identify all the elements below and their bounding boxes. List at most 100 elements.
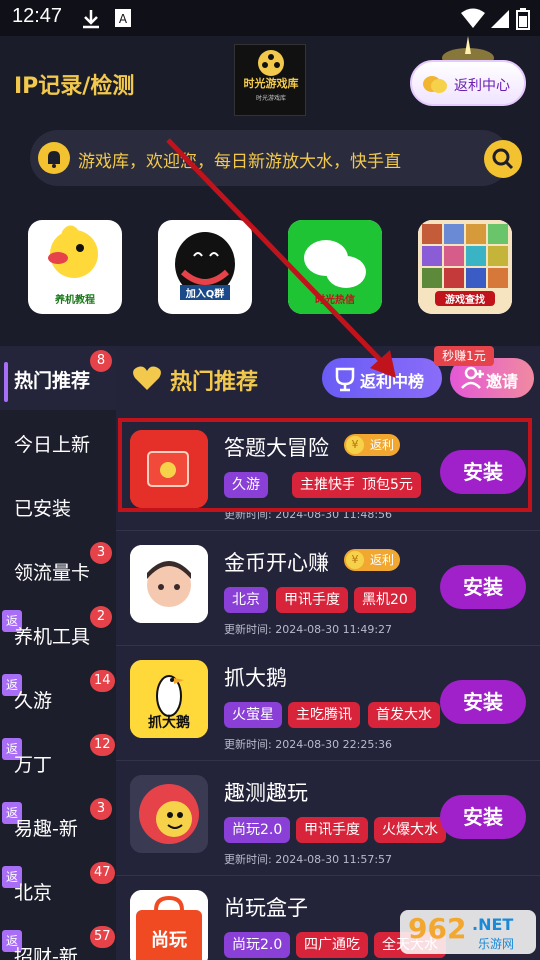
install-button[interactable]: 安装 (440, 565, 526, 609)
install-button[interactable]: 安装 (440, 795, 526, 839)
logo-text: 时光游戏库 (243, 77, 299, 90)
sidebar-item-zhaocai[interactable]: 返 招财-新 57 (0, 922, 116, 960)
shortcut-qq-group[interactable]: 加入Q群 (158, 220, 252, 314)
count-badge: 57 (90, 926, 115, 948)
yen-icon: ¥ (346, 551, 364, 569)
app-name: 尚玩盒子 (224, 896, 308, 920)
shortcut-wechat[interactable]: 时光热信 (288, 220, 382, 314)
sidebar-item-hot[interactable]: 热门推荐 8 (0, 346, 116, 410)
a-box-icon: A (115, 9, 131, 27)
app-name: 答题大冒险 (224, 436, 329, 460)
trophy-icon (335, 367, 355, 392)
svg-text:A: A (119, 12, 128, 26)
shortcut-label: 养机教程 (55, 295, 95, 306)
sidebar: 热门推荐 8 今日上新 已安装 领流量卡 3 返 养机工具 2 返 久游 14 … (0, 346, 116, 960)
shortcut-tutorial[interactable]: 养机教程 (28, 220, 122, 314)
rebate-label: 返利 (370, 438, 395, 452)
sidebar-item-yiqu[interactable]: 返 易趣-新 3 (0, 794, 116, 858)
search-icon (492, 148, 514, 170)
list-item[interactable]: 答题大冒险 ¥ 返利 久游 主推快手 顶包5元 更新时间: 2024-08-30 … (116, 416, 540, 531)
shortcut-game-search[interactable]: 游戏查找 (418, 220, 512, 314)
count-badge: 47 (90, 862, 115, 884)
yen-icon: ¥ (346, 436, 364, 454)
count-badge: 8 (90, 350, 112, 372)
count-badge: 3 (90, 542, 112, 564)
app-name: 趣测趣玩 (224, 781, 308, 805)
sidebar-item-label: 久游 (14, 690, 53, 712)
tag: 尚玩2.0 (224, 817, 291, 843)
watermark-text: 962 (408, 912, 466, 945)
update-time: 更新时间: 2024-08-30 11:57:57 (224, 853, 393, 866)
red-envelope-icon (130, 430, 208, 508)
sidebar-item-data-card[interactable]: 领流量卡 3 (0, 538, 116, 602)
download-icon (83, 10, 99, 29)
logo-subtext: 时光游戏库 (255, 95, 286, 102)
sidebar-item-jiuyou[interactable]: 返 久游 14 (0, 666, 116, 730)
app-name: 抓大鹅 (224, 666, 287, 690)
sidebar-item-label: 已安装 (14, 498, 72, 520)
list-item[interactable]: 趣测趣玩 尚玩2.0 甲讯手度 火爆大水 更新时间: 2024-08-30 11… (116, 761, 540, 876)
sidebar-item-label: 养机工具 (14, 626, 91, 648)
rebate-center-button[interactable]: 返利中心 (410, 60, 526, 106)
count-badge: 3 (90, 798, 112, 820)
rebate-center-label: 返利中心 (454, 78, 510, 94)
app-icon-text: 尚玩 (151, 930, 187, 951)
tag: 甲讯手度 (276, 587, 348, 613)
sidebar-item-tools[interactable]: 返 养机工具 2 (0, 602, 116, 666)
page-title[interactable]: IP记录/检测 (14, 68, 134, 100)
sidebar-item-beijing[interactable]: 返 北京 47 (0, 858, 116, 922)
app-logo: 时光游戏库 时光游戏库 (234, 44, 306, 116)
sidebar-item-label: 万丁 (14, 754, 53, 776)
tag: 北京 (224, 587, 268, 613)
list-item[interactable]: 金币开心赚 ¥ 返利 北京 甲讯手度 黑机20 更新时间: 2024-08-30 … (116, 531, 540, 646)
tag: 火爆大水 (374, 817, 446, 843)
app-icon-text: 抓大鹅 (148, 715, 190, 731)
notice-text: 游戏库，欢迎您，每日新游放大水，快手直 (78, 152, 401, 172)
count-badge: 2 (90, 606, 112, 628)
rebate-badge: ¥ 返利 (344, 434, 401, 456)
notice-bar[interactable]: 游戏库，欢迎您，每日新游放大水，快手直 (30, 130, 522, 186)
sidebar-item-today-new[interactable]: 今日上新 (0, 410, 116, 474)
invite-label: 邀请 (486, 372, 519, 391)
list-item[interactable]: 抓大鹅 抓大鹅 火萤星 主吃腾讯 首发大水 更新时间: 2024-08-30 2… (116, 646, 540, 761)
watermark-suffix: .NET (472, 915, 513, 934)
update-time: 更新时间: 2024-08-30 22:25:36 (224, 738, 393, 751)
tag: 黑机20 (354, 587, 416, 613)
tag: 四广通吃 (296, 932, 368, 958)
sidebar-item-wanding[interactable]: 返 万丁 12 (0, 730, 116, 794)
update-time: 更新时间: 2024-08-30 11:48:56 (224, 508, 393, 521)
section-title: 热门推荐 (170, 370, 259, 395)
sidebar-item-label: 领流量卡 (14, 562, 91, 584)
search-button[interactable] (484, 140, 522, 178)
tag: 首发大水 (368, 702, 440, 728)
install-button[interactable]: 安装 (440, 680, 526, 724)
tag: 尚玩2.0 (224, 932, 291, 958)
update-time: 更新时间: 2024-08-30 11:49:27 (224, 623, 393, 636)
app-icon (130, 775, 208, 853)
install-button[interactable]: 安装 (440, 450, 526, 494)
coins-icon (423, 76, 447, 93)
battery-icon (516, 8, 530, 30)
earn-tag: 秒赚1元 (434, 346, 494, 366)
rebate-rank-label: 返利中榜 (360, 372, 425, 391)
tag: 顶包5元 (354, 472, 421, 498)
signal-icon (491, 10, 509, 28)
tag: 久游 (224, 472, 268, 498)
smiley-coin-icon (130, 775, 208, 853)
rebate-rank-button[interactable]: 返利中榜 (322, 358, 442, 398)
shortcut-label: 游戏查找 (435, 291, 495, 306)
active-indicator (4, 362, 8, 402)
watermark-sub: 乐游网 (478, 937, 514, 951)
sidebar-item-label: 热门推荐 (14, 370, 91, 392)
status-bar: 12:47 A (0, 0, 540, 36)
main-panel: 热门推荐 返利中榜 邀请 秒赚1元 答题大冒险 ¥ 返利 久游 主推快手 顶包5元… (116, 346, 540, 960)
rebate-badge: ¥ 返利 (344, 549, 401, 571)
sidebar-item-installed[interactable]: 已安装 (0, 474, 116, 538)
duck-icon (48, 225, 98, 278)
tag: 甲讯手度 (296, 817, 368, 843)
count-badge: 14 (90, 670, 115, 692)
status-time: 12:47 (12, 5, 63, 27)
app-icon (130, 545, 208, 623)
girl-avatar-icon (130, 545, 208, 623)
bell-icon (38, 142, 70, 174)
